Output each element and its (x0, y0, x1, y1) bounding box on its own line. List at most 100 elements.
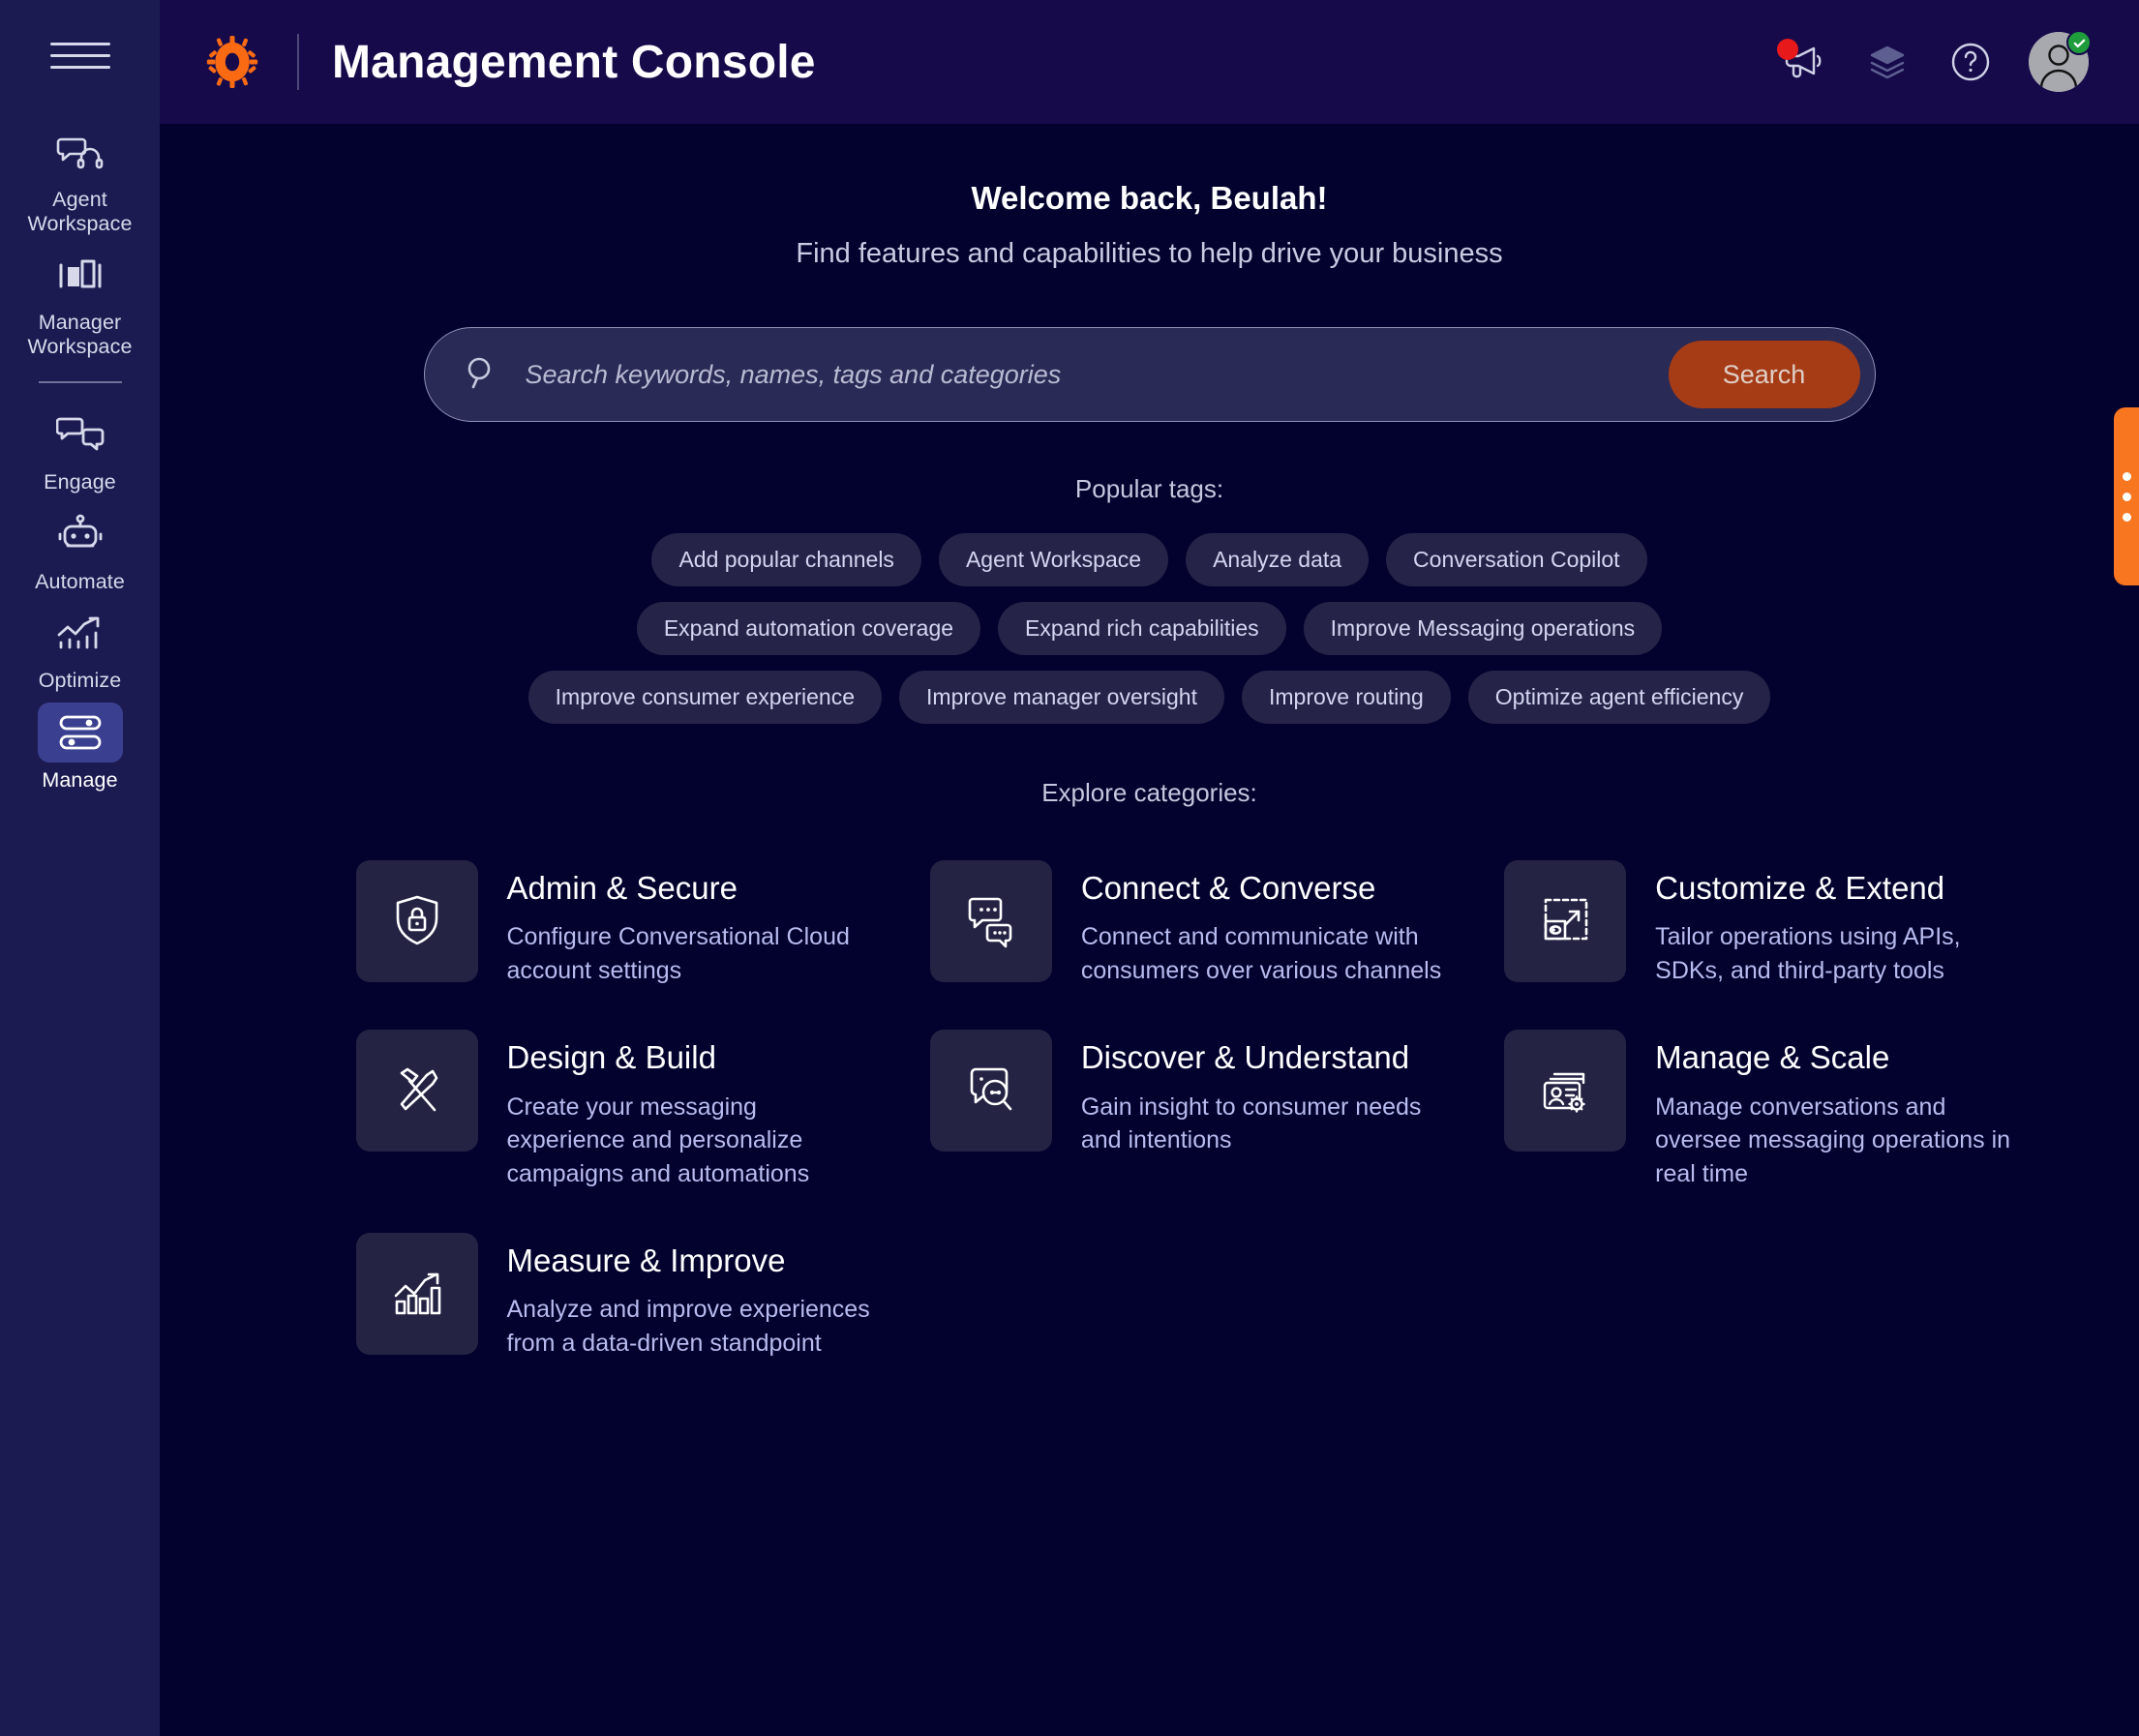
tag-chip[interactable]: Conversation Copilot (1386, 533, 1647, 586)
category-card-discover-understand[interactable]: Discover & Understand Gain insight to co… (929, 1008, 1504, 1212)
header-divider (297, 34, 299, 90)
category-description: Create your messaging experience and per… (506, 1092, 810, 1187)
announcements-megaphone-icon[interactable] (1777, 37, 1829, 87)
sidebar-item-agent-workspace[interactable]: Agent Workspace (8, 122, 153, 235)
category-title: Customize & Extend (1655, 870, 1945, 906)
sidebar-divider (38, 381, 122, 383)
category-title: Manage & Scale (1655, 1039, 1890, 1076)
robot-icon (38, 504, 123, 564)
category-text: Design & Build Create your messaging exp… (507, 1030, 875, 1190)
category-text: Connect & Converse Connect and communica… (1081, 860, 1449, 987)
category-description: Manage conversations and oversee messagi… (1655, 1092, 2011, 1187)
sidebar-item-manage[interactable]: Manage (8, 702, 153, 793)
sidebar-item-label: Automate (35, 569, 125, 593)
main-panel: Welcome back, Beulah! Find features and … (160, 124, 2139, 1736)
search-icon (464, 355, 498, 395)
category-text: Measure & Improve Analyze and improve ex… (507, 1233, 875, 1360)
sliders-icon (37, 702, 123, 763)
chat-headset-icon (38, 122, 123, 182)
sidebar-item-manager-workspace[interactable]: Manager Workspace (8, 245, 153, 358)
user-cards-gear-icon (1504, 1030, 1627, 1152)
feedback-tab-handle[interactable] (2114, 407, 2139, 585)
tag-chip[interactable]: Analyze data (1186, 533, 1370, 586)
layers-icon[interactable] (1862, 37, 1913, 87)
help-question-icon[interactable] (1945, 37, 1996, 87)
explore-categories-label: Explore categories: (1041, 778, 1257, 807)
category-card-admin-secure[interactable]: Admin & Secure Configure Conversational … (355, 839, 930, 1008)
three-dots-icon (2122, 471, 2131, 481)
search-section: Search (160, 327, 2139, 422)
hamburger-line (49, 65, 110, 69)
category-description: Connect and communicate with consumers o… (1080, 923, 1442, 984)
category-card-measure-improve[interactable]: Measure & Improve Analyze and improve ex… (355, 1212, 930, 1381)
category-title: Discover & Understand (1080, 1039, 1410, 1076)
chart-trend-icon (355, 1233, 478, 1356)
extend-arrow-icon (1504, 860, 1627, 982)
search-bar[interactable]: Search (423, 327, 1876, 422)
sidebar-item-label: Manage (42, 767, 118, 792)
sidebar-item-label: Engage (44, 470, 116, 494)
tag-chip[interactable]: Add popular channels (651, 533, 921, 586)
tag-chip[interactable]: Expand rich capabilities (998, 602, 1286, 655)
top-header: Management Console (160, 0, 2139, 124)
category-description: Gain insight to consumer needs and inten… (1080, 1092, 1422, 1154)
popular-tags-list: Add popular channels Agent Workspace Ana… (506, 533, 1793, 724)
search-button[interactable]: Search (1668, 341, 1860, 408)
category-text: Discover & Understand Gain insight to co… (1081, 1030, 1449, 1156)
sidebar-item-label: Optimize (38, 669, 122, 692)
category-title: Measure & Improve (506, 1242, 786, 1279)
page-title: Management Console (332, 36, 816, 88)
category-text: Manage & Scale Manage conversations and … (1655, 1030, 2023, 1190)
chat-magnify-icon (929, 1030, 1052, 1152)
category-title: Design & Build (506, 1039, 716, 1076)
category-card-design-build[interactable]: Design & Build Create your messaging exp… (355, 1008, 930, 1212)
tag-chip[interactable]: Expand automation coverage (636, 602, 981, 655)
category-description: Tailor operations using APIs, SDKs, and … (1655, 923, 1961, 984)
hammer-screwdriver-icon (355, 1030, 478, 1152)
category-card-customize-extend[interactable]: Customize & Extend Tailor operations usi… (1504, 839, 2078, 1008)
category-card-connect-converse[interactable]: Connect & Converse Connect and communica… (929, 839, 1504, 1008)
trend-up-icon (38, 603, 123, 663)
sidebar-item-label: Agent Workspace (27, 188, 133, 235)
tag-chip[interactable]: Improve consumer experience (527, 671, 883, 724)
welcome-subtitle: Find features and capabilities to help d… (796, 238, 1503, 269)
tag-chip[interactable]: Improve manager oversight (899, 671, 1224, 724)
category-text: Customize & Extend Tailor operations usi… (1655, 860, 2023, 987)
category-card-manage-scale[interactable]: Manage & Scale Manage conversations and … (1504, 1008, 2078, 1212)
tag-chip[interactable]: Agent Workspace (938, 533, 1169, 586)
welcome-heading: Welcome back, Beulah! (971, 180, 1328, 216)
gear-logo-icon (206, 36, 258, 88)
popular-tags-label: Popular tags: (1074, 474, 1224, 503)
content-area: Management Console Welcome back, Beulah!… (160, 0, 2139, 1736)
search-input[interactable] (497, 359, 1669, 390)
notification-badge (1777, 39, 1798, 60)
sidebar-item-automate[interactable]: Automate (8, 504, 153, 594)
shield-lock-icon (355, 860, 478, 982)
category-title: Connect & Converse (1080, 870, 1376, 906)
status-badge (2066, 30, 2092, 55)
chat-bubbles-icon (38, 404, 123, 464)
app-root: Agent Workspace Manager Workspace Engage… (0, 0, 2139, 1736)
chat-bubbles-dots-icon (929, 860, 1052, 982)
category-description: Analyze and improve experiences from a d… (506, 1296, 870, 1357)
tag-chip[interactable]: Improve routing (1241, 671, 1451, 724)
sidebar-item-optimize[interactable]: Optimize (8, 603, 153, 693)
primary-sidebar: Agent Workspace Manager Workspace Engage… (0, 0, 160, 1736)
sidebar-item-label: Manager Workspace (27, 311, 133, 358)
three-dots-icon (2122, 512, 2131, 522)
category-description: Configure Conversational Cloud account s… (506, 923, 850, 984)
hamburger-line (49, 42, 110, 45)
category-text: Admin & Secure Configure Conversational … (507, 860, 875, 987)
bar-chart-icon (38, 245, 123, 305)
sidebar-item-engage[interactable]: Engage (8, 404, 153, 494)
hamburger-menu-icon[interactable] (49, 33, 110, 77)
hamburger-line (49, 53, 110, 57)
tag-chip[interactable]: Improve Messaging operations (1303, 602, 1663, 655)
tag-chip[interactable]: Optimize agent efficiency (1467, 671, 1771, 724)
brand[interactable]: Management Console (206, 34, 816, 90)
category-title: Admin & Secure (506, 870, 738, 906)
three-dots-icon (2122, 492, 2131, 501)
header-actions (1777, 30, 2098, 92)
category-grid: Admin & Secure Configure Conversational … (221, 839, 2079, 1381)
user-avatar[interactable] (2029, 30, 2092, 92)
